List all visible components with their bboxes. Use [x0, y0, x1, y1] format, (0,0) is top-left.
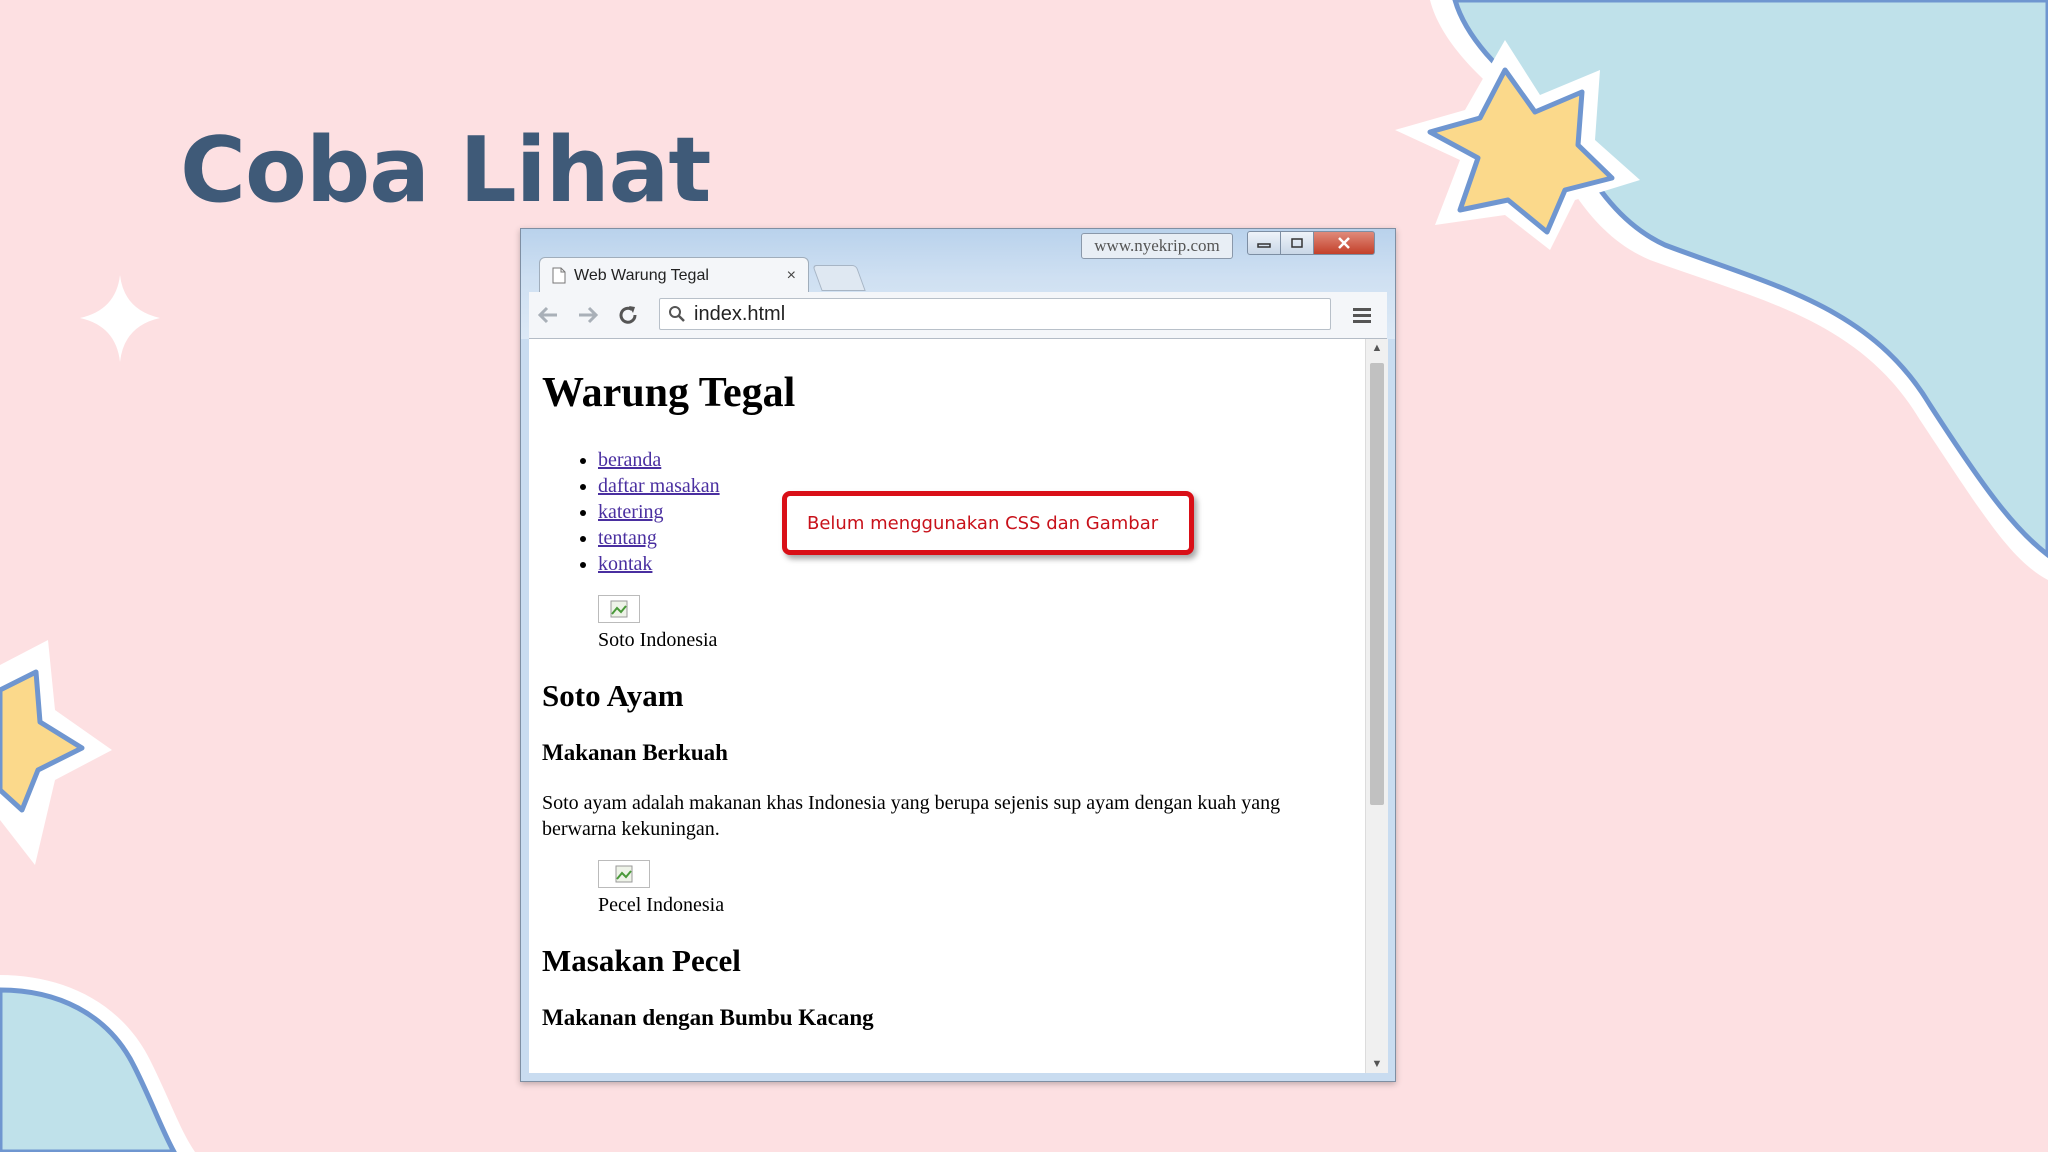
broken-image-placeholder [598, 860, 650, 888]
page-icon [552, 267, 566, 284]
page-heading: Warung Tegal [542, 370, 796, 416]
nav-link-beranda[interactable]: beranda [598, 449, 661, 471]
nav-link-daftar-masakan[interactable]: daftar masakan [598, 475, 720, 497]
broken-image-icon [615, 865, 633, 883]
address-bar[interactable]: index.html [659, 298, 1331, 330]
page-viewport: Warung Tegal beranda daftar masakan kate… [529, 339, 1365, 1073]
minimize-button[interactable] [1247, 231, 1281, 255]
nav-link-katering[interactable]: katering [598, 501, 664, 523]
reload-button[interactable] [613, 300, 643, 330]
broken-image-placeholder [598, 595, 640, 623]
back-arrow-icon [537, 306, 557, 324]
address-text: index.html [694, 302, 786, 325]
scroll-down-icon[interactable]: ▼ [1366, 1055, 1388, 1073]
menu-icon [1353, 308, 1371, 323]
vertical-scrollbar[interactable]: ▲ ▼ [1365, 339, 1388, 1073]
figure-caption: Soto Indonesia [598, 629, 718, 651]
callout-box: Belum menggunakan CSS dan Gambar [782, 491, 1194, 555]
figure-soto: Soto Indonesia [598, 595, 1352, 652]
section-title: Masakan Pecel [542, 943, 741, 978]
section-paragraph: Soto ayam adalah makanan khas Indonesia … [542, 792, 1281, 840]
nav-link-kontak[interactable]: kontak [598, 553, 652, 575]
tab-title: Web Warung Tegal [574, 266, 709, 284]
section-subtitle: Makanan dengan Bumbu Kacang [542, 1005, 874, 1030]
tab-active[interactable]: Web Warung Tegal × [539, 257, 809, 293]
maximize-button[interactable] [1280, 231, 1314, 255]
tab-close-button[interactable]: × [787, 267, 796, 285]
toolbar: index.html [529, 292, 1387, 339]
section-title: Soto Ayam [542, 678, 684, 713]
slide-title: Coba Lihat [180, 118, 711, 223]
scroll-thumb[interactable] [1370, 363, 1384, 805]
back-button[interactable] [533, 300, 563, 330]
section-subtitle: Makanan Berkuah [542, 740, 728, 765]
figure-caption: Pecel Indonesia [598, 894, 725, 916]
forward-arrow-icon [579, 306, 599, 324]
maximize-icon [1291, 238, 1303, 248]
figure-pecel: Pecel Indonesia [598, 860, 1352, 917]
scroll-up-icon[interactable]: ▲ [1366, 339, 1388, 357]
nav-link-tentang[interactable]: tentang [598, 527, 657, 549]
menu-button[interactable] [1347, 300, 1377, 330]
broken-image-icon [610, 600, 628, 618]
sparkle [80, 275, 160, 362]
close-window-button[interactable] [1313, 231, 1375, 255]
list-item: beranda [598, 447, 1352, 473]
page-content: Warung Tegal beranda daftar masakan kate… [542, 339, 1352, 1031]
close-icon [1338, 237, 1350, 249]
forward-button[interactable] [573, 300, 603, 330]
search-icon [669, 306, 685, 322]
watermark: www.nyekrip.com [1081, 233, 1233, 259]
reload-icon [619, 306, 637, 324]
minimize-icon [1257, 243, 1271, 248]
new-tab-button[interactable] [812, 265, 866, 291]
browser-window: www.nyekrip.com Web Warung Tegal × index… [520, 228, 1396, 1082]
